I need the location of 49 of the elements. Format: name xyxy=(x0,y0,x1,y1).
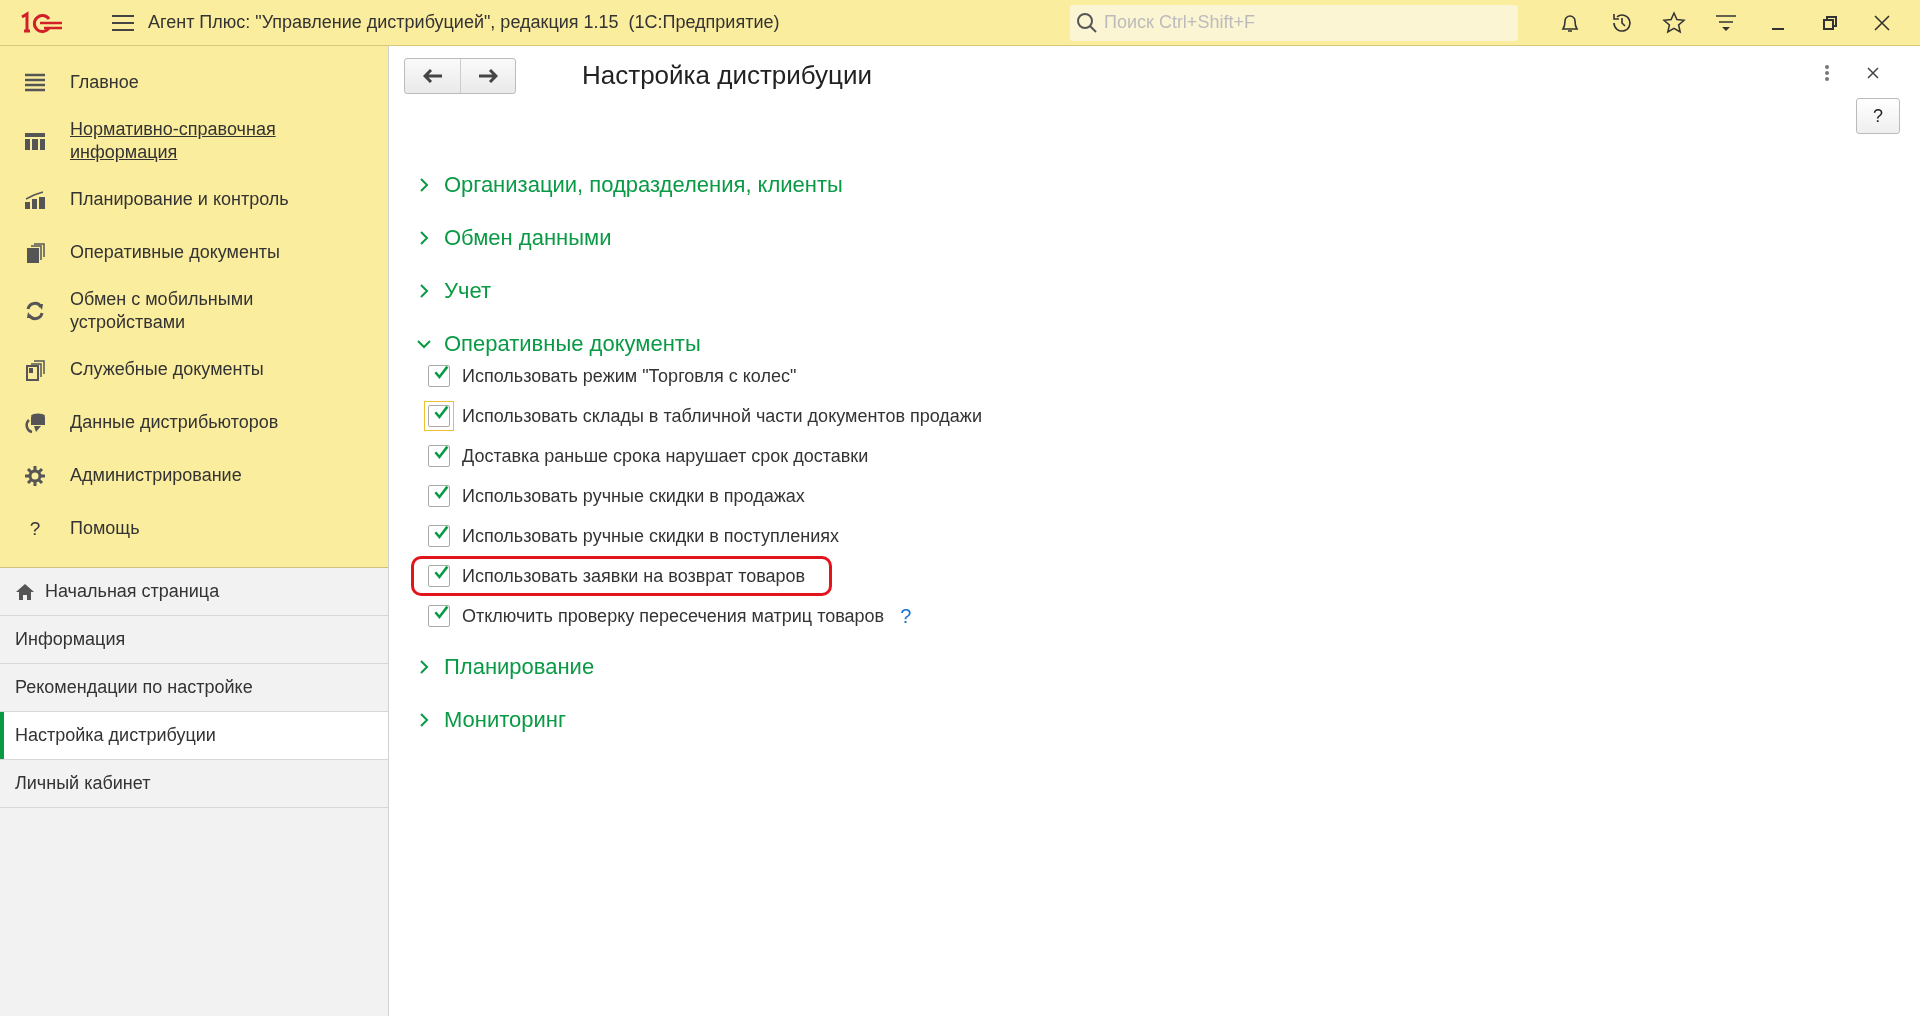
documents-icon xyxy=(24,241,46,264)
help-icon: ? xyxy=(29,517,41,540)
group-title[interactable]: Обмен данными xyxy=(444,224,612,251)
more-icon[interactable] xyxy=(1824,64,1830,82)
section-link[interactable]: Помощь xyxy=(70,517,140,540)
database-sync-icon xyxy=(24,411,46,434)
home-icon xyxy=(15,581,35,602)
group-title[interactable]: Планирование xyxy=(444,653,595,680)
group-title[interactable]: Учет xyxy=(444,277,492,304)
group-title[interactable]: Мониторинг xyxy=(444,706,566,733)
search-icon xyxy=(1076,11,1098,34)
section-link[interactable]: Обмен с мобильными устройствами xyxy=(70,288,370,334)
page-tab[interactable]: Начальная страница xyxy=(0,568,388,616)
section-link[interactable]: Нормативно-справочная информация xyxy=(70,118,370,164)
search-field[interactable]: Поиск Ctrl+Shift+F xyxy=(1070,4,1518,41)
arrow-right-icon xyxy=(478,69,498,83)
window-title: Агент Плюс: "Управление дистрибуцией", редакция 1.15 (1С:Предприятие) xyxy=(148,12,781,33)
group-title[interactable]: Оперативные документы xyxy=(444,330,701,357)
checkbox-label[interactable]: Использовать режим "Торговля с колес" xyxy=(462,365,797,387)
section-link[interactable]: Главное xyxy=(70,71,139,94)
section-link[interactable]: Данные дистрибьюторов xyxy=(70,411,279,434)
sync-icon xyxy=(24,300,46,322)
documents-icon xyxy=(24,358,46,381)
help-link[interactable]: ? xyxy=(900,604,912,628)
group-title[interactable]: Организации, подразделения, клиенты xyxy=(444,171,843,198)
section-link[interactable]: Оперативные документы xyxy=(70,241,281,264)
bar-chart-icon xyxy=(24,188,46,211)
page-tab[interactable]: Личный кабинет xyxy=(0,760,388,808)
checkbox-label[interactable]: Использовать заявки на возврат товаров xyxy=(462,565,806,587)
menu-icon[interactable] xyxy=(112,13,134,32)
menu-icon xyxy=(24,71,46,94)
arrow-left-icon xyxy=(422,69,443,83)
page-tab[interactable]: Настройка дистрибуции xyxy=(0,712,388,760)
section-link[interactable]: Служебные документы xyxy=(70,358,264,381)
section-link[interactable]: Планирование и контроль xyxy=(70,188,289,211)
checkbox[interactable] xyxy=(424,401,454,431)
checkbox-label[interactable]: Использовать ручные скидки в поступлениях xyxy=(462,525,840,547)
form-title: Настройка дистрибуции xyxy=(582,60,873,91)
catalog-icon xyxy=(24,130,46,152)
star-icon[interactable] xyxy=(1662,10,1686,35)
checkbox-label[interactable]: Использовать ручные скидки в продажах xyxy=(462,485,805,507)
checkbox-label[interactable]: Доставка раньше срока нарушает срок доставки xyxy=(462,445,869,467)
help-button[interactable]: ? xyxy=(1856,98,1900,134)
settings-icon xyxy=(24,464,46,487)
page-tab[interactable]: Информация xyxy=(0,616,388,664)
checkbox-label[interactable]: Использовать склады в табличной части документов продажи xyxy=(462,405,982,427)
checkbox-label[interactable]: Отключить проверку пересечения матриц товаров xyxy=(462,605,885,627)
section-link[interactable]: Администрирование xyxy=(70,464,242,487)
close-icon[interactable] xyxy=(1866,66,1880,80)
